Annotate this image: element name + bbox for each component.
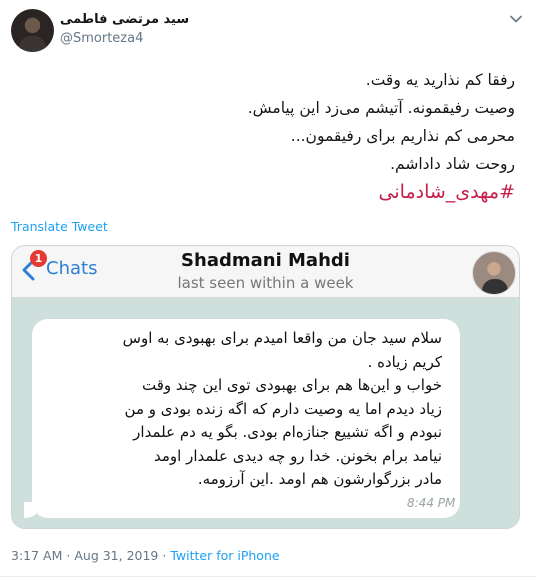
meta-separator: ·	[66, 548, 71, 563]
message-line: مادر بزرگوارشون هم اومد .این آرزومه.	[197, 470, 442, 488]
tweet-line: روحت شاد داداشم.	[390, 155, 515, 173]
message-line: نیامد برام بخونن. خدا رو چه دیدی علمدار …	[154, 446, 442, 465]
chat-contact-name: Shadmani Mahdi	[181, 250, 350, 271]
message-bubble: سلام سید جان من واقعا امیدم برای بهبودی …	[24, 319, 460, 518]
author-avatar[interactable]	[11, 9, 54, 52]
tweet-card: سید مرتضی فاطمی @Smorteza4 رفقا کم نذاری…	[0, 0, 536, 581]
tweet-time[interactable]: 3:17 AM	[11, 548, 62, 563]
hashtag-link[interactable]: #مهدی_شادمانی	[45, 178, 515, 206]
message-timestamp: 8:44 PM	[407, 496, 456, 510]
meta-separator: ·	[162, 548, 167, 563]
contact-avatar	[472, 251, 516, 295]
author-handle[interactable]: @Smorteza4	[60, 31, 143, 46]
divider	[0, 576, 536, 577]
author-display-name[interactable]: سید مرتضی فاطمی	[60, 12, 189, 27]
translate-tweet-link[interactable]: Translate Tweet	[11, 219, 108, 234]
tweet-meta: 3:17 AM · Aug 31, 2019 · Twitter for iPh…	[11, 548, 280, 563]
message-line: کریم زیاده .	[367, 352, 442, 371]
tweet-line: رفقا کم نذارید یه وقت.	[365, 71, 515, 89]
tweet-text: رفقا کم نذارید یه وقت. وصیت رفیقمونه. آت…	[45, 66, 515, 206]
tweet-media-screenshot[interactable]: 1 Chats Shadmani Mahdi last seen within …	[11, 245, 520, 529]
chevron-down-icon[interactable]	[509, 12, 523, 26]
message-line: خواب و این‌ها هم برای بهبودی توی این چند…	[142, 376, 442, 394]
chat-header: 1 Chats Shadmani Mahdi last seen within …	[12, 246, 519, 298]
tweet-source-link[interactable]: Twitter for iPhone	[170, 548, 279, 563]
message-text: سلام سید جان من واقعا امیدم برای بهبودی …	[47, 327, 442, 492]
message-line: سلام سید جان من واقعا امیدم برای بهبودی …	[122, 329, 442, 347]
message-line: زیاد دیدم اما یه وصیت دارم که اگه زنده ب…	[124, 399, 442, 418]
tweet-line: محرمی کم نذاریم برای رفیقمون...	[290, 127, 515, 145]
tweet-line: وصیت رفیقمونه. آتیشم می‌زد این پیامش.	[247, 99, 515, 117]
tweet-date[interactable]: Aug 31, 2019	[74, 548, 158, 563]
message-line: نبودم و اگه تشییع جنازه‌ام بودی. بگو یه …	[133, 423, 442, 441]
chat-contact-status: last seen within a week	[177, 274, 354, 292]
